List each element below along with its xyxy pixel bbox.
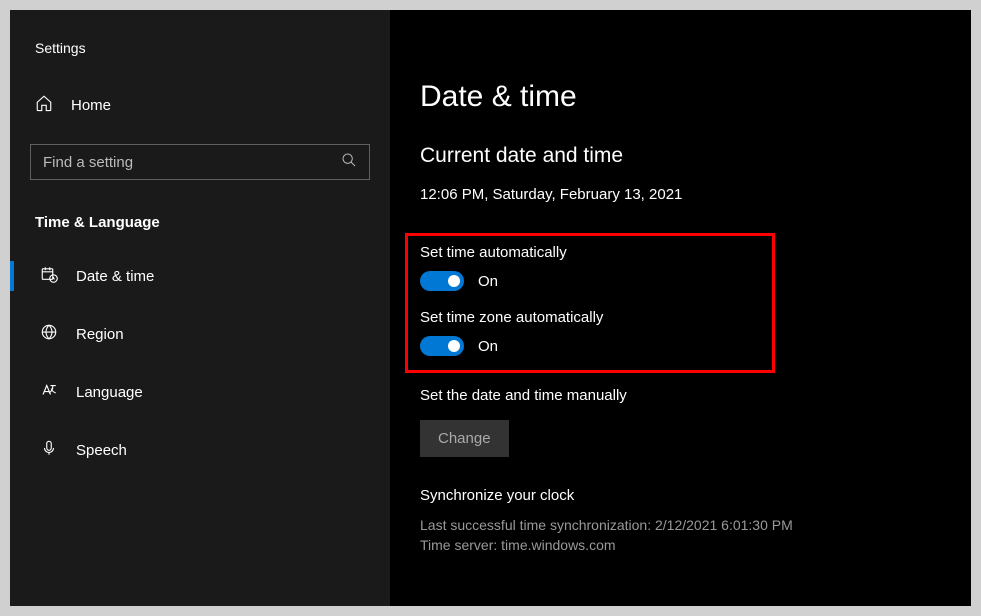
home-icon [35,94,53,116]
set-tz-auto-label: Set time zone automatically [420,309,760,326]
sidebar-item-label: Date & time [76,268,154,285]
language-icon [40,381,58,403]
sync-server: Time server: time.windows.com [420,536,941,556]
settings-window: Settings Home Time & Language Date & tim… [10,10,971,606]
sidebar-item-date-time[interactable]: Date & time [10,251,390,301]
sidebar-section-header: Time & Language [10,204,390,251]
set-tz-auto-row: On [420,336,760,356]
set-time-auto-row: On [420,271,760,291]
sync-info: Last successful time synchronization: 2/… [420,516,941,555]
sync-last: Last successful time synchronization: 2/… [420,516,941,536]
search-icon [341,152,357,173]
sidebar: Settings Home Time & Language Date & tim… [10,10,390,606]
search-box[interactable] [30,144,370,180]
set-tz-auto-state: On [478,338,498,355]
app-title: Settings [10,30,390,76]
set-manual-label: Set the date and time manually [420,387,941,404]
set-time-auto-state: On [478,273,498,290]
change-button[interactable]: Change [420,420,509,457]
search-input[interactable] [43,154,326,171]
calendar-clock-icon [40,265,58,287]
set-tz-auto-toggle[interactable] [420,336,464,356]
page-title: Date & time [420,80,941,114]
sidebar-item-language[interactable]: Language [10,367,390,417]
sidebar-item-speech[interactable]: Speech [10,425,390,475]
microphone-icon [40,439,58,461]
globe-icon [40,323,58,345]
annotation-highlight: Set time automatically On Set time zone … [405,233,775,373]
sidebar-item-label: Language [76,384,143,401]
home-label: Home [71,97,111,114]
sidebar-item-region[interactable]: Region [10,309,390,359]
home-nav[interactable]: Home [10,76,390,134]
set-time-auto-toggle[interactable] [420,271,464,291]
current-datetime-value: 12:06 PM, Saturday, February 13, 2021 [420,186,941,203]
set-time-auto-label: Set time automatically [420,244,760,261]
sidebar-item-label: Region [76,326,124,343]
sidebar-item-label: Speech [76,442,127,459]
main-content: Date & time Current date and time 12:06 … [390,10,971,606]
current-datetime-heading: Current date and time [420,144,941,168]
sync-heading: Synchronize your clock [420,487,941,504]
